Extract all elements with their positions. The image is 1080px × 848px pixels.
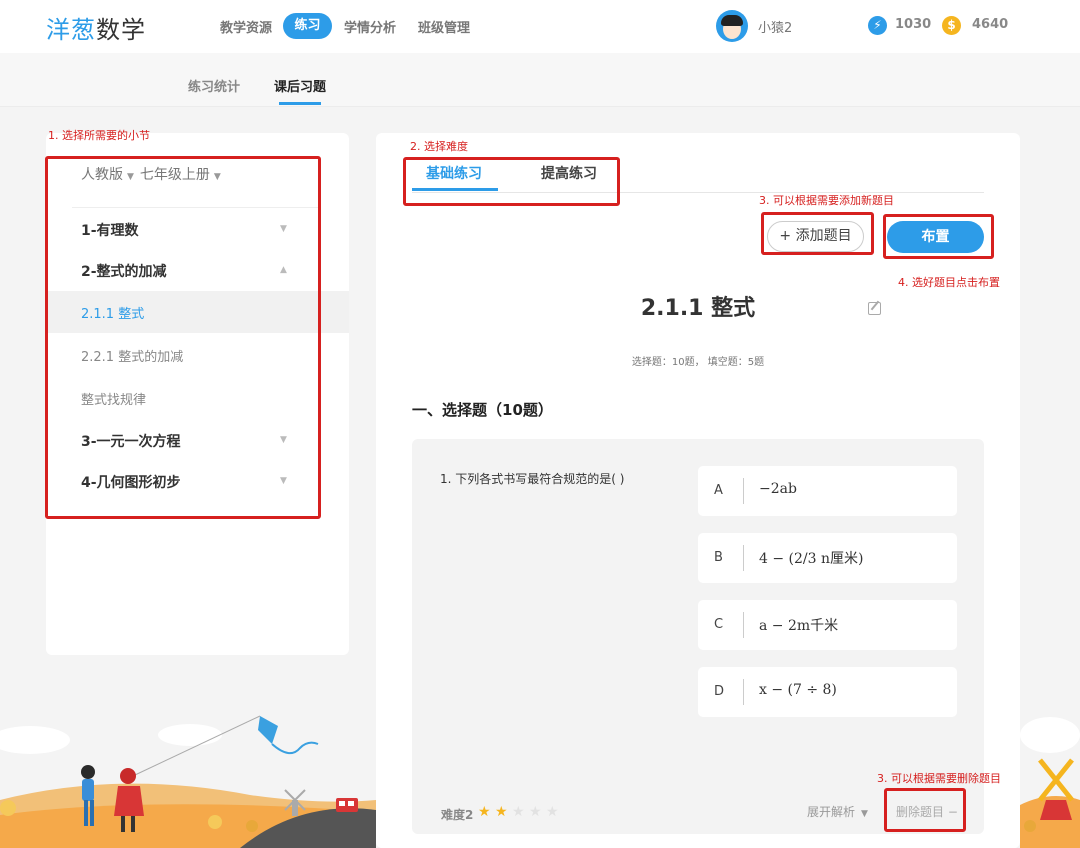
avatar-hair	[721, 15, 743, 26]
option-text: a − 2m千米	[759, 618, 839, 634]
hill-shape	[0, 804, 376, 848]
divider	[743, 545, 744, 571]
expand-label: 展开解析	[807, 805, 856, 819]
annotation-box-sections	[45, 156, 321, 519]
divider	[743, 478, 744, 504]
hill-shape	[0, 783, 376, 848]
user-name[interactable]: 小猿2	[758, 17, 792, 36]
option-letter: B	[714, 550, 723, 565]
top-bar: 洋葱数学 教学资源 练习 学情分析 班级管理 小猿2 ⚡ 1030 $ 4640	[0, 0, 1080, 53]
kite-icon	[134, 715, 319, 776]
option-letter: D	[714, 684, 725, 699]
avatar[interactable]	[716, 10, 748, 42]
star-icon: ★	[512, 804, 525, 820]
option-letter: C	[714, 617, 724, 632]
child-figure-icon	[81, 765, 95, 826]
edit-icon[interactable]	[868, 302, 881, 315]
annotation-step2: 2. 选择难度	[410, 140, 468, 153]
difficulty-label: 难度2	[441, 808, 474, 822]
nav-practice[interactable]: 练习	[283, 13, 332, 39]
expand-analysis-button[interactable]: 展开解析 ▼	[807, 803, 868, 820]
child-figure-icon	[114, 768, 144, 832]
question-stem: 1. 下列各式书写最符合规范的是( )	[440, 472, 625, 486]
annotation-step3-delete: 3. 可以根据需要删除题目	[877, 772, 1001, 785]
question-counts: 选择题：10题， 填空题：5题	[631, 357, 765, 368]
annotation-step4: 4. 选好题目点击布置	[898, 276, 1000, 289]
windmill-icon	[1038, 758, 1074, 820]
annotation-step3-add: 3. 可以根据需要添加新题目	[759, 194, 894, 207]
divider	[743, 679, 744, 705]
nav-teaching-resources[interactable]: 教学资源	[220, 17, 272, 36]
road-shape	[240, 808, 376, 848]
annotation-box-add	[761, 212, 874, 255]
bus-icon	[336, 798, 358, 812]
annotation-box-difficulty	[403, 157, 620, 206]
chevron-down-icon: ▼	[861, 809, 868, 819]
coin-icon: $	[942, 16, 961, 35]
logo-part2: 数学	[96, 16, 146, 44]
points-value: 1030	[895, 17, 932, 32]
annotation-box-assign	[883, 214, 994, 259]
option-text: −2ab	[759, 481, 797, 497]
option-text: 4 − (2/3 n厘米)	[759, 551, 864, 567]
section-title: 一、选择题（10题）	[412, 401, 553, 419]
lightning-icon: ⚡	[868, 16, 887, 35]
star-icon: ★	[495, 804, 508, 820]
annotation-box-delete	[884, 788, 966, 832]
page-title: 2.1.1 整式	[640, 296, 756, 321]
option-d[interactable]: D x − (7 ÷ 8)	[698, 667, 957, 717]
active-tab-indicator	[279, 102, 321, 105]
logo-part1: 洋葱	[46, 16, 96, 44]
windmill-icon	[284, 789, 306, 816]
coins-value: 4640	[972, 17, 1009, 32]
option-letter: A	[714, 483, 723, 498]
divider	[743, 612, 744, 638]
nav-class-management[interactable]: 班级管理	[418, 17, 470, 36]
tree-icon	[1024, 820, 1036, 832]
cloud-icon	[158, 724, 222, 746]
star-icon: ★	[546, 804, 559, 820]
sub-nav	[0, 53, 1080, 107]
logo[interactable]: 洋葱数学	[46, 10, 146, 45]
star-icon: ★	[529, 804, 542, 820]
star-icon: ★	[478, 804, 491, 820]
tab-homework[interactable]: 课后习题	[274, 76, 326, 95]
cloud-icon	[0, 726, 70, 754]
tree-icon	[0, 800, 16, 816]
option-b[interactable]: B 4 − (2/3 n厘米)	[698, 533, 957, 583]
tree-icon	[208, 815, 222, 829]
nav-learning-analysis[interactable]: 学情分析	[344, 17, 396, 36]
annotation-step1: 1. 选择所需要的小节	[48, 129, 150, 142]
option-text: x − (7 ÷ 8)	[759, 682, 837, 698]
option-c[interactable]: C a − 2m千米	[698, 600, 957, 650]
hill-shape	[1020, 796, 1080, 848]
cloud-icon	[1020, 717, 1080, 753]
option-a[interactable]: A −2ab	[698, 466, 957, 516]
tab-practice-stats[interactable]: 练习统计	[188, 76, 240, 95]
tree-icon	[246, 820, 258, 832]
